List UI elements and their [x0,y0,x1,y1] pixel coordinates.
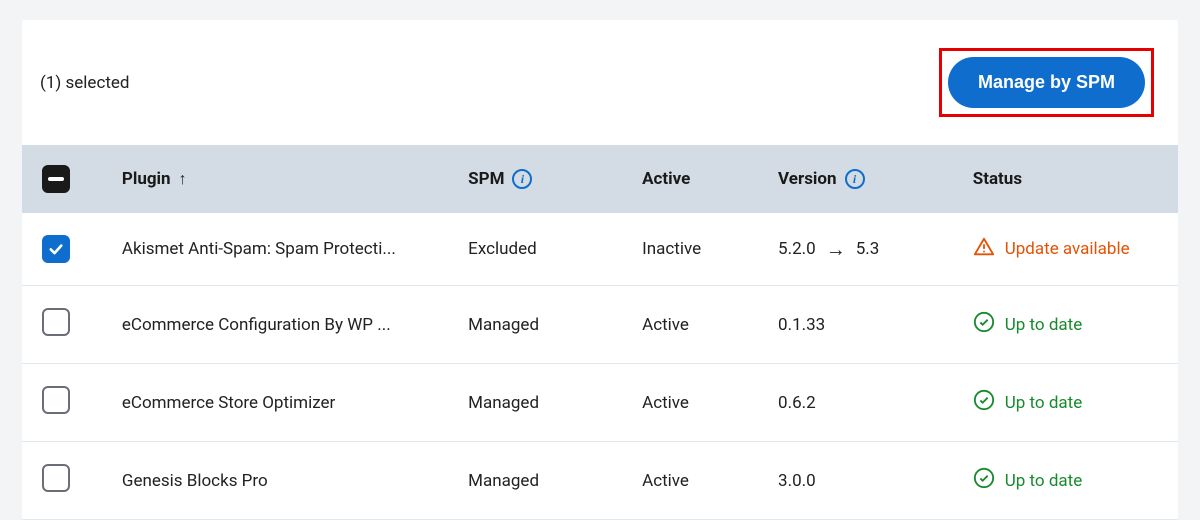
minus-icon [48,177,64,181]
version-to: 5.3 [856,239,880,259]
spm-value: Managed [456,286,630,364]
spm-value: Excluded [456,213,630,286]
version-from: 5.2.0 [778,239,816,259]
status-value: Up to date [961,442,1178,520]
spm-value: Managed [456,442,630,520]
version-value: 3.0.0 [766,442,961,520]
plugins-table: Plugin ↑ SPM i Active [22,145,1178,520]
version-from: 0.6.2 [778,393,816,413]
plugin-name: Genesis Blocks Pro [110,442,456,520]
toolbar: (1) selected Manage by SPM [22,20,1178,145]
active-value: Active [630,442,766,520]
row-checkbox[interactable] [42,464,70,492]
column-label: Active [642,169,690,189]
column-header-spm[interactable]: SPM i [468,169,532,189]
info-icon[interactable]: i [512,169,532,189]
check-circle-icon [973,389,995,416]
check-circle-icon [973,311,995,338]
plugin-name: eCommerce Store Optimizer [110,364,456,442]
table-row: eCommerce Store OptimizerManagedActive 0.… [22,364,1178,442]
sort-ascending-icon: ↑ [179,169,187,189]
plugin-name: eCommerce Configuration By WP ... [110,286,456,364]
table-row: eCommerce Configuration By WP ...Managed… [22,286,1178,364]
column-header-plugin[interactable]: Plugin ↑ [122,169,187,189]
version-value: 5.2.0 → 5.3 [766,213,961,286]
status-text: Up to date [1005,471,1083,491]
manage-by-spm-button[interactable]: Manage by SPM [948,57,1145,108]
plugin-name: Akismet Anti-Spam: Spam Protecti... [110,213,456,286]
active-value: Active [630,286,766,364]
active-value: Active [630,364,766,442]
select-all-checkbox[interactable] [42,165,70,193]
status-text: Update available [1005,239,1130,259]
selection-count: (1) selected [40,73,130,93]
column-header-version[interactable]: Version i [778,169,865,189]
warning-icon [973,236,995,263]
column-label: SPM [468,169,504,189]
row-checkbox[interactable] [42,308,70,336]
info-icon[interactable]: i [845,169,865,189]
status-value: Up to date [961,286,1178,364]
row-checkbox[interactable] [42,386,70,414]
arrow-right-icon: → [826,237,846,262]
column-label: Plugin [122,169,171,189]
row-checkbox[interactable] [42,235,70,263]
table-row: Akismet Anti-Spam: Spam Protecti...Exclu… [22,213,1178,286]
table-row: Genesis Blocks ProManagedActive 3.0.0 Up t… [22,442,1178,520]
spm-value: Managed [456,364,630,442]
version-from: 3.0.0 [778,471,816,491]
version-value: 0.6.2 [766,364,961,442]
column-label: Version [778,169,837,189]
plugin-panel: (1) selected Manage by SPM Plugin ↑ [22,20,1178,520]
status-value: Update available [961,213,1178,286]
table-header-row: Plugin ↑ SPM i Active [22,145,1178,213]
column-label: Status [973,169,1022,189]
active-value: Inactive [630,213,766,286]
version-from: 0.1.33 [778,315,825,335]
status-value: Up to date [961,364,1178,442]
column-header-active[interactable]: Active [642,169,690,189]
annotation-highlight: Manage by SPM [939,48,1154,117]
column-header-status[interactable]: Status [973,169,1022,189]
status-text: Up to date [1005,393,1083,413]
status-text: Up to date [1005,315,1083,335]
check-circle-icon [973,467,995,494]
version-value: 0.1.33 [766,286,961,364]
